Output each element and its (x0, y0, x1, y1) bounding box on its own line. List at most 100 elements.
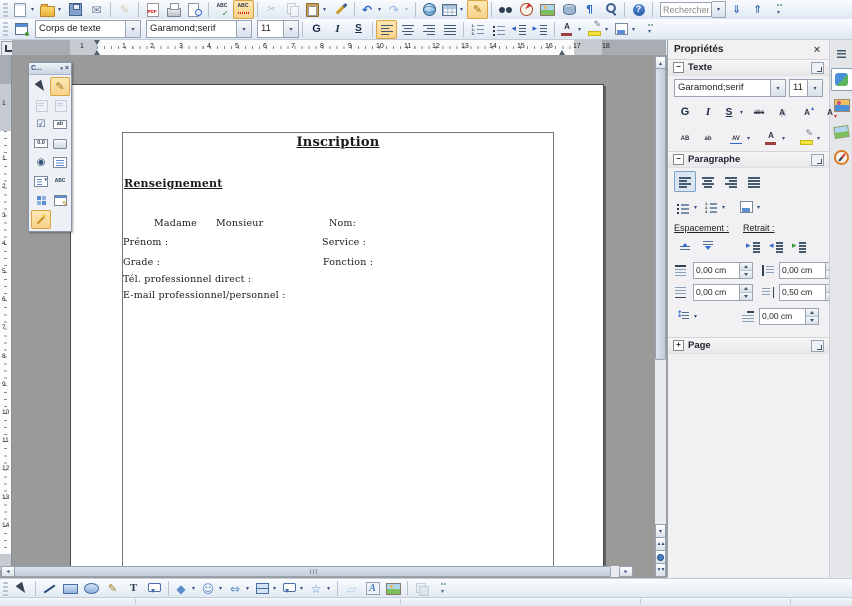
stars-dropdown[interactable]: ▾ (324, 585, 333, 592)
undo-dropdown[interactable]: ▾ (375, 6, 384, 13)
spelling-button[interactable]: ABC (212, 0, 233, 19)
toolbar-handle[interactable] (3, 3, 8, 17)
ellipse-button[interactable] (81, 579, 102, 598)
uppercase-button[interactable]: AB (674, 128, 696, 149)
formatting-marks-button[interactable]: ¶ (579, 0, 600, 19)
align-right-button[interactable] (720, 171, 742, 192)
horizontal-ruler[interactable]: 1123456789101112131415161718 (12, 40, 666, 56)
character-dialog-launcher-icon[interactable] (811, 62, 824, 74)
paragraph-style-combo[interactable]: Corps de texte▾ (35, 20, 141, 38)
redo-dropdown[interactable]: ▾ (402, 6, 411, 13)
basic-shapes-dropdown[interactable]: ▾ (189, 585, 198, 592)
shadow-button[interactable]: A (771, 102, 793, 123)
align-center-button[interactable] (697, 171, 719, 192)
form-design-button[interactable] (50, 191, 70, 210)
background-color-button[interactable]: ▾ (612, 20, 639, 39)
callouts-button[interactable]: ▾ (280, 579, 307, 598)
font-color-button[interactable]: A▾ (762, 128, 789, 149)
numbered-list-button[interactable]: ▾ (702, 197, 729, 218)
align-left-button[interactable] (376, 20, 397, 39)
previous-page-button[interactable]: ▲▲ (655, 537, 666, 551)
symbol-shapes-button[interactable]: ☺▾ (199, 579, 226, 598)
increase-font-size-button[interactable]: A (796, 102, 818, 123)
form-controls-close-button[interactable]: × (65, 65, 69, 72)
sidebar-tab-images[interactable] (831, 120, 852, 143)
basic-shapes-button[interactable]: ◆▾ (172, 579, 199, 598)
first-line-indent-field[interactable]: 0,00 cm (759, 308, 819, 325)
font-color-button[interactable]: A▾ (558, 20, 585, 39)
option-button-button[interactable]: ◉ (31, 153, 51, 172)
block-arrows-button[interactable]: ⇔▾ (226, 579, 253, 598)
clone-formatting-button[interactable] (330, 0, 351, 19)
decrease-paragraph-spacing-button[interactable] (697, 236, 719, 257)
print-preview-button[interactable] (184, 0, 205, 19)
italic-button[interactable]: I (327, 20, 348, 39)
new-document-dropdown[interactable]: ▾ (28, 6, 37, 13)
paragraph-section-header[interactable]: − Paragraphe (668, 151, 829, 168)
font-size-combo[interactable]: 11▾ (257, 20, 299, 38)
select-button[interactable] (31, 77, 51, 96)
zoom-button[interactable] (600, 0, 621, 19)
new-document-button[interactable]: ▾ (11, 0, 38, 19)
align-center-button[interactable] (397, 20, 418, 39)
gallery-button[interactable] (537, 0, 558, 19)
formatted-field-button[interactable]: 0.0 (31, 134, 51, 153)
expand-icon[interactable]: + (673, 340, 684, 351)
align-left-button[interactable] (674, 171, 696, 192)
symbol-shapes-dropdown[interactable]: ▾ (216, 585, 225, 592)
decrease-indent-button[interactable] (766, 236, 788, 257)
underline-button[interactable]: S (348, 20, 369, 39)
paragraph-style-dropdown[interactable]: ▾ (125, 21, 140, 37)
bold-button[interactable]: G (674, 102, 696, 123)
highlighting-button[interactable]: ▾ (585, 20, 612, 39)
paragraph-background-button[interactable]: ▾ (737, 197, 764, 218)
numbered-list-dropdown[interactable]: ▾ (719, 204, 728, 211)
first-line-indent-spinner[interactable] (805, 309, 818, 324)
drawing-toolbar-overflow-button[interactable]: ▾ (432, 579, 453, 598)
callout-button[interactable] (144, 579, 165, 598)
bold-button[interactable]: G (306, 20, 327, 39)
form-controls-titlebar[interactable]: C... ▾ × (29, 63, 71, 75)
right-indent-marker[interactable] (559, 47, 565, 55)
combo-box-button[interactable]: ▾ (31, 172, 51, 191)
font-size-dropdown[interactable]: ▾ (283, 21, 298, 37)
sidebar-font-name-dropdown[interactable]: ▾ (770, 80, 785, 96)
hyperlink-button[interactable] (419, 0, 440, 19)
formatting-toolbar-overflow-button[interactable]: ▾ (639, 20, 660, 39)
picture-from-file-button[interactable] (383, 579, 404, 598)
toolbar-handle[interactable] (3, 582, 8, 596)
flowchart-dropdown[interactable]: ▾ (270, 585, 279, 592)
sidebar-close-button[interactable]: × (811, 44, 823, 56)
increase-indent-button[interactable] (743, 236, 765, 257)
scroll-right-button[interactable]: ▸ (619, 566, 633, 577)
paragraph-dialog-launcher-icon[interactable] (811, 154, 824, 166)
bullet-list-button[interactable] (488, 20, 509, 39)
search-dropdown[interactable]: ▾ (712, 1, 726, 18)
align-justify-button[interactable] (439, 20, 460, 39)
horizontal-scrollbar-thumb[interactable] (14, 566, 611, 577)
sidebar-tab-properties[interactable] (831, 68, 852, 91)
horizontal-scrollbar[interactable]: ◂ ▸ (1, 566, 633, 577)
underline-button[interactable]: S▾ (720, 102, 747, 123)
navigator-button[interactable] (516, 0, 537, 19)
lowercase-button[interactable]: ab (697, 128, 719, 149)
wizards-button[interactable] (31, 210, 51, 229)
list-box-button[interactable] (50, 153, 70, 172)
align-right-button[interactable] (418, 20, 439, 39)
freeform-line-button[interactable]: ✎ (102, 579, 123, 598)
above-paragraph-spacing-field[interactable]: 0,00 cm (693, 262, 753, 279)
send-email-button[interactable]: ✉ (86, 0, 107, 19)
export-pdf-button[interactable]: PDF (142, 0, 163, 19)
sidebar-font-name-combo[interactable]: Garamond;serif ▾ (674, 79, 786, 97)
text-box-button[interactable]: T (123, 579, 144, 598)
highlighting-dropdown[interactable]: ▾ (602, 26, 611, 33)
italic-button[interactable]: I (697, 102, 719, 123)
insert-table-button[interactable]: ▾ (440, 0, 467, 19)
font-color-dropdown[interactable]: ▾ (779, 135, 788, 142)
sidebar-font-size-combo[interactable]: 11 ▾ (789, 79, 823, 97)
bullet-list-button[interactable]: ▾ (674, 197, 701, 218)
left-indent-marker[interactable] (94, 47, 100, 55)
sidebar-menu-button[interactable] (831, 42, 852, 65)
vertical-scrollbar-thumb[interactable] (655, 68, 666, 360)
vertical-ruler[interactable]: 11234567891011121314 (0, 55, 12, 570)
